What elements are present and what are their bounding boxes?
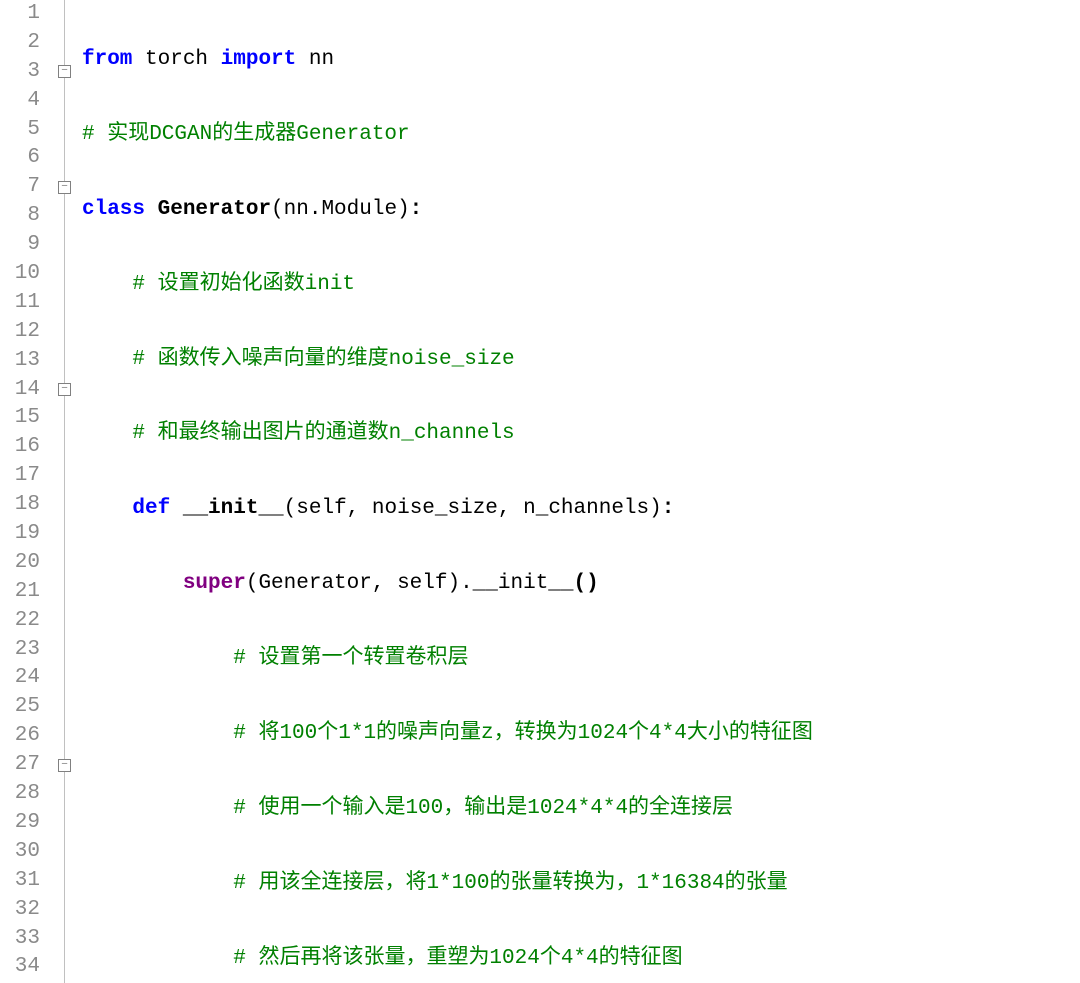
line-number: 10 <box>0 260 40 289</box>
line-number: 14 <box>0 376 40 405</box>
fold-column: − − − − <box>52 0 80 983</box>
line-number: 23 <box>0 636 40 665</box>
line-number: 15 <box>0 404 40 433</box>
code-line[interactable]: # 用该全连接层，将1*100的张量转换为，1*16384的张量 <box>82 870 1080 899</box>
line-number: 4 <box>0 87 40 116</box>
line-number: 34 <box>0 953 40 982</box>
code-line[interactable]: from torch import nn <box>82 46 1080 75</box>
code-area[interactable]: from torch import nn # 实现DCGAN的生成器Genera… <box>80 0 1080 983</box>
code-line[interactable]: # 设置初始化函数init <box>82 271 1080 300</box>
code-line[interactable]: # 使用一个输入是100，输出是1024*4*4的全连接层 <box>82 795 1080 824</box>
line-number: 12 <box>0 318 40 347</box>
import-target: nn <box>296 48 334 71</box>
line-number: 1 <box>0 0 40 29</box>
line-number: 6 <box>0 144 40 173</box>
comment: # 然后再将该张量，重塑为1024个4*4的特征图 <box>233 947 682 970</box>
line-number-gutter: 1 2 3 4 5 6 7 8 9 10 11 12 13 14 15 16 1… <box>0 0 52 983</box>
line-number: 19 <box>0 520 40 549</box>
line-number: 20 <box>0 549 40 578</box>
code-line[interactable]: # 函数传入噪声向量的维度noise_size <box>82 346 1080 375</box>
base-class: (nn.Module) <box>271 198 410 221</box>
line-number: 2 <box>0 29 40 58</box>
line-number: 7 <box>0 173 40 202</box>
module-name: torch <box>132 48 220 71</box>
code-line[interactable]: class Generator(nn.Module): <box>82 196 1080 225</box>
code-line[interactable]: super(Generator, self).__init__() <box>82 570 1080 599</box>
comment: # 使用一个输入是100，输出是1024*4*4的全连接层 <box>233 797 733 820</box>
code-editor[interactable]: 1 2 3 4 5 6 7 8 9 10 11 12 13 14 15 16 1… <box>0 0 1080 983</box>
code-line[interactable]: # 然后再将该张量，重塑为1024个4*4的特征图 <box>82 945 1080 974</box>
line-number: 8 <box>0 202 40 231</box>
comment: # 函数传入噪声向量的维度noise_size <box>132 348 514 371</box>
line-number: 33 <box>0 925 40 954</box>
line-number: 30 <box>0 838 40 867</box>
code-line[interactable]: def __init__(self, noise_size, n_channel… <box>82 495 1080 524</box>
line-number: 5 <box>0 116 40 145</box>
line-number: 11 <box>0 289 40 318</box>
comment: # 用该全连接层，将1*100的张量转换为，1*16384的张量 <box>233 872 787 895</box>
comment: # 将100个1*1的噪声向量z，转换为1024个4*4大小的特征图 <box>233 722 813 745</box>
line-number: 17 <box>0 462 40 491</box>
comment: # 设置第一个转置卷积层 <box>233 647 468 670</box>
line-number: 31 <box>0 867 40 896</box>
keyword-def: def <box>132 497 170 520</box>
comment: # 和最终输出图片的通道数n_channels <box>132 422 514 445</box>
line-number: 18 <box>0 491 40 520</box>
fold-toggle-icon[interactable]: − <box>58 759 71 772</box>
class-name: Generator <box>158 198 271 221</box>
line-number: 27 <box>0 751 40 780</box>
comment: # 设置初始化函数init <box>132 273 355 296</box>
fold-toggle-icon[interactable]: − <box>58 181 71 194</box>
function-name: __init__ <box>183 497 284 520</box>
line-number: 21 <box>0 578 40 607</box>
comment: # 实现DCGAN的生成器Generator <box>82 123 410 146</box>
line-number: 26 <box>0 722 40 751</box>
line-number: 16 <box>0 433 40 462</box>
keyword-super: super <box>183 572 246 595</box>
line-number: 3 <box>0 58 40 87</box>
line-number: 32 <box>0 896 40 925</box>
line-number: 29 <box>0 809 40 838</box>
line-number: 28 <box>0 780 40 809</box>
code-line[interactable]: # 实现DCGAN的生成器Generator <box>82 121 1080 150</box>
fold-guide-line <box>64 0 65 983</box>
keyword-from: from <box>82 48 132 71</box>
code-line[interactable]: # 将100个1*1的噪声向量z，转换为1024个4*4大小的特征图 <box>82 720 1080 749</box>
keyword-import: import <box>221 48 297 71</box>
fold-toggle-icon[interactable]: − <box>58 65 71 78</box>
fold-toggle-icon[interactable]: − <box>58 383 71 396</box>
keyword-class: class <box>82 198 145 221</box>
code-line[interactable]: # 设置第一个转置卷积层 <box>82 645 1080 674</box>
line-number: 25 <box>0 693 40 722</box>
line-number: 24 <box>0 664 40 693</box>
code-line[interactable]: # 和最终输出图片的通道数n_channels <box>82 420 1080 449</box>
function-args: (self, noise_size, n_channels) <box>284 497 662 520</box>
line-number: 13 <box>0 347 40 376</box>
line-number: 22 <box>0 607 40 636</box>
line-number: 9 <box>0 231 40 260</box>
